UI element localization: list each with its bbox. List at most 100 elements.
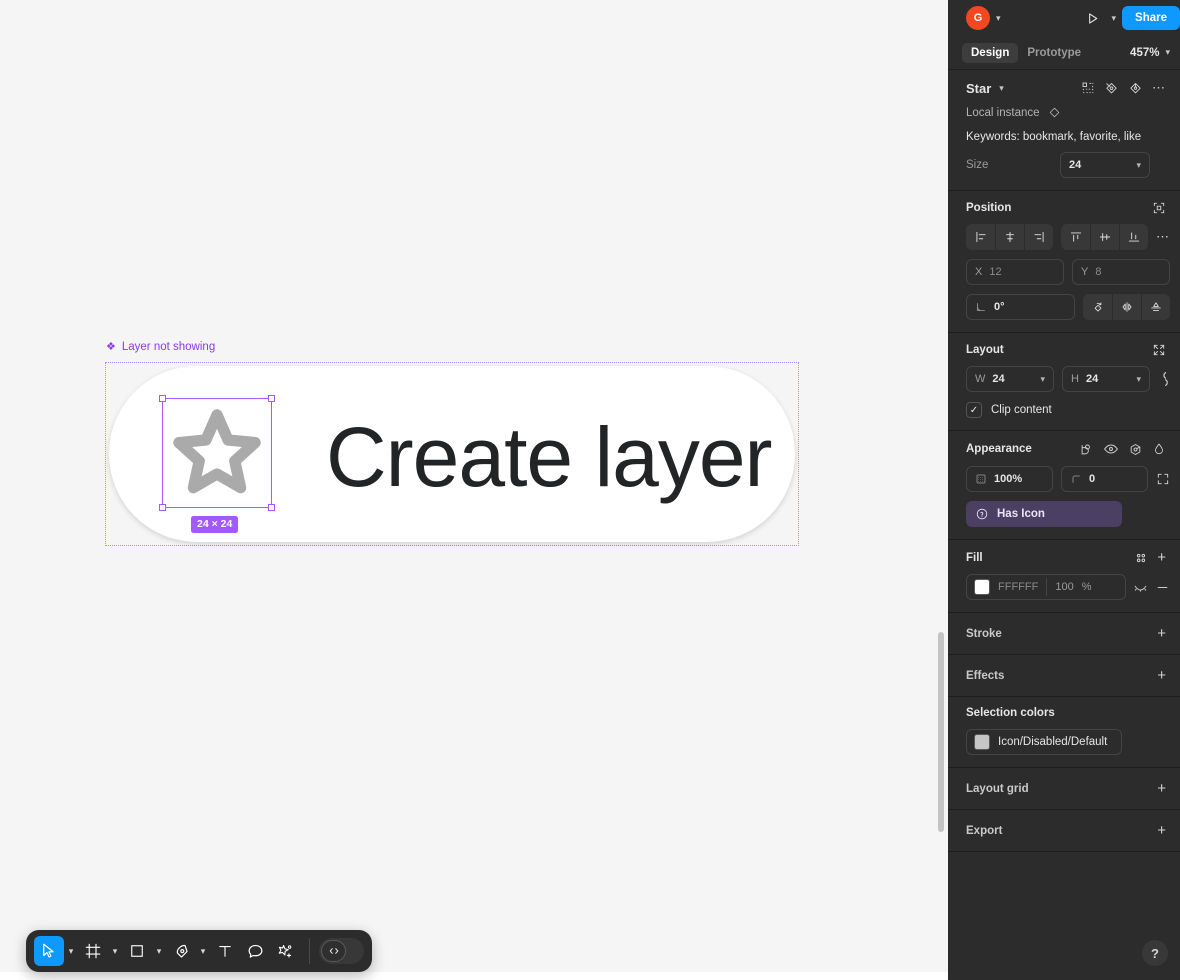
top-bar-actions: ▾ Share	[1080, 5, 1180, 31]
fill-styles-icon[interactable]	[1134, 551, 1148, 565]
angle-icon	[977, 303, 985, 311]
size-select[interactable]: 24 ▾	[1060, 152, 1150, 178]
rotation-value: 0°	[994, 301, 1005, 313]
align-top-button[interactable]	[1061, 224, 1090, 250]
remove-fill-icon[interactable]	[1154, 580, 1170, 595]
auto-layout-icon[interactable]	[1152, 343, 1166, 357]
align-horizontal-center-button[interactable]	[995, 224, 1024, 250]
align-bottom-button[interactable]	[1119, 224, 1148, 250]
opacity-input[interactable]: 100%	[966, 466, 1053, 492]
resize-handle-bottom-left[interactable]	[159, 504, 166, 511]
align-vertical-center-button[interactable]	[1090, 224, 1119, 250]
frame-tool-caret[interactable]: ▾	[108, 937, 122, 965]
y-position-input[interactable]: Y 8	[1072, 259, 1170, 285]
fill-item-row: FFFFFF 100 %	[966, 574, 1170, 600]
independent-corners-icon[interactable]	[1156, 472, 1170, 486]
star-layer-selection[interactable]: 24 × 24	[159, 395, 275, 533]
blur-icon[interactable]	[1152, 442, 1166, 456]
effects-section[interactable]: Effects +	[948, 655, 1180, 697]
zoom-control[interactable]: 457% ▾	[1130, 47, 1170, 59]
align-right-button[interactable]	[1024, 224, 1053, 250]
design-canvas[interactable]: ❖ Layer not showing Create layer 24 × 24	[0, 0, 948, 980]
layout-grid-section[interactable]: Layout grid +	[948, 768, 1180, 810]
add-export-button[interactable]: +	[1157, 823, 1166, 838]
dev-mode-toggle[interactable]	[319, 938, 364, 964]
shape-tool-button[interactable]	[122, 936, 152, 966]
stroke-title: Stroke	[966, 627, 1002, 640]
width-input[interactable]: W 24 ▾	[966, 366, 1054, 392]
height-input[interactable]: H 24 ▾	[1062, 366, 1150, 392]
horizontal-align-group[interactable]	[966, 224, 1053, 250]
fill-color-swatch[interactable]	[974, 579, 990, 595]
align-buttons-row: ⋯	[966, 224, 1170, 250]
button-text-label: Create layer	[326, 410, 773, 504]
blend-mode-icon[interactable]	[1128, 442, 1143, 457]
visibility-eye-icon[interactable]	[1103, 441, 1119, 457]
comment-tool-button[interactable]	[240, 936, 270, 966]
fill-color-field[interactable]: FFFFFF 100 %	[966, 574, 1126, 600]
x-position-input[interactable]: X 12	[966, 259, 1064, 285]
pen-tool-caret[interactable]: ▾	[196, 937, 210, 965]
clip-content-checkbox[interactable]: ✓	[966, 402, 982, 418]
has-icon-variant-badge[interactable]: Has Icon	[966, 501, 1122, 527]
flip-vertical-button[interactable]	[1141, 294, 1170, 320]
avatar[interactable]: G	[966, 6, 990, 30]
move-tool-button[interactable]	[34, 936, 64, 966]
frame-tool-button[interactable]	[78, 936, 108, 966]
dev-mode-knob[interactable]	[321, 940, 346, 962]
reset-instance-icon[interactable]	[1128, 81, 1143, 96]
add-layout-grid-button[interactable]: +	[1157, 781, 1166, 796]
share-button[interactable]: Share	[1122, 6, 1180, 30]
height-chevron-down-icon[interactable]: ▾	[1136, 374, 1141, 385]
resize-handle-top-left[interactable]	[159, 395, 166, 402]
size-label: Size	[966, 159, 989, 171]
resize-handle-top-right[interactable]	[268, 395, 275, 402]
present-button[interactable]	[1080, 5, 1106, 31]
pen-tool-button[interactable]	[166, 936, 196, 966]
present-chevron-down-icon[interactable]: ▾	[1112, 13, 1117, 24]
export-section[interactable]: Export +	[948, 810, 1180, 852]
hide-fill-icon[interactable]	[1132, 580, 1148, 595]
mask-icon[interactable]	[1079, 442, 1094, 457]
absolute-position-icon[interactable]	[1152, 201, 1166, 215]
avatar-chevron-down-icon[interactable]: ▾	[996, 13, 1001, 24]
rotation-row: 0°	[966, 294, 1170, 320]
fill-section: Fill + FFFFFF 100 %	[948, 540, 1180, 613]
swap-instance-icon[interactable]	[1104, 81, 1119, 96]
detach-instance-icon[interactable]	[1081, 81, 1095, 95]
flip-horizontal-button[interactable]	[1112, 294, 1141, 320]
help-button[interactable]: ?	[1142, 940, 1168, 966]
corner-radius-input[interactable]: 0	[1061, 466, 1148, 492]
canvas-vertical-scrollbar[interactable]	[938, 632, 944, 832]
right-properties-panel[interactable]: G ▾ ▾ Share Design Prototype 457% ▾ Star…	[948, 0, 1180, 980]
size-chevron-down-icon[interactable]: ▾	[1136, 160, 1141, 171]
aspect-ratio-lock-icon[interactable]	[1158, 371, 1170, 387]
vertical-align-group[interactable]	[1061, 224, 1148, 250]
move-tool-caret[interactable]: ▾	[64, 937, 78, 965]
resize-handle-bottom-right[interactable]	[268, 504, 275, 511]
width-chevron-down-icon[interactable]: ▾	[1040, 374, 1045, 385]
align-left-button[interactable]	[966, 224, 995, 250]
add-fill-button[interactable]: +	[1157, 550, 1166, 565]
instance-chevron-down-icon[interactable]: ▾	[999, 83, 1004, 94]
panel-tabbar[interactable]: Design Prototype 457% ▾	[948, 36, 1180, 70]
clip-content-row[interactable]: ✓ Clip content	[966, 402, 1170, 418]
align-more-options-icon[interactable]: ⋯	[1156, 229, 1170, 245]
add-effect-button[interactable]: +	[1157, 668, 1166, 683]
more-options-icon[interactable]: ⋯	[1152, 80, 1166, 96]
selection-color-swatch[interactable]	[974, 734, 990, 750]
stroke-section[interactable]: Stroke +	[948, 613, 1180, 655]
zoom-chevron-down-icon[interactable]: ▾	[1165, 47, 1170, 58]
component-diamond-icon: ❖	[106, 340, 116, 353]
bottom-toolbar[interactable]: ▾ ▾ ▾ ▾	[26, 930, 372, 972]
tab-prototype[interactable]: Prototype	[1018, 43, 1090, 63]
rotation-input[interactable]: 0°	[966, 294, 1075, 320]
transform-group[interactable]	[1083, 294, 1170, 320]
selection-color-item[interactable]: Icon/Disabled/Default	[966, 729, 1122, 755]
tab-design[interactable]: Design	[962, 42, 1019, 63]
shape-tool-caret[interactable]: ▾	[152, 937, 166, 965]
flip-rotate-button[interactable]	[1083, 294, 1112, 320]
text-tool-button[interactable]	[210, 936, 240, 966]
add-stroke-button[interactable]: +	[1157, 626, 1166, 641]
actions-tool-button[interactable]	[270, 936, 300, 966]
